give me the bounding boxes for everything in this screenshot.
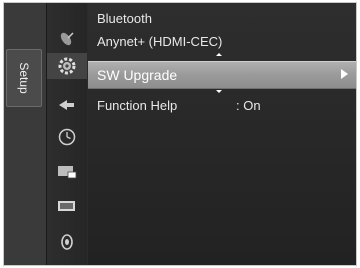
scroll-down-icon bbox=[216, 90, 222, 93]
setup-menu: Bluetooth Anynet+ (HDMI-CEC) SW Upgrade … bbox=[88, 3, 356, 265]
sound-icon[interactable] bbox=[47, 229, 87, 255]
menu-item-label: Function Help bbox=[97, 98, 178, 113]
menu-item-label: SW Upgrade bbox=[97, 67, 178, 83]
picture-icon[interactable] bbox=[47, 193, 87, 219]
menu-item-function-help[interactable]: Function Help : On bbox=[88, 94, 356, 118]
tv-menu-window: Setup Bluetooth Anynet+ (HDMI-CEC) SW Up… bbox=[3, 2, 357, 266]
satellite-dish-icon[interactable] bbox=[47, 25, 87, 51]
input-arrow-icon[interactable] bbox=[47, 92, 87, 118]
menu-item-label: Bluetooth bbox=[97, 11, 152, 26]
tab-setup[interactable]: Setup bbox=[6, 49, 42, 107]
menu-item-label: Anynet+ (HDMI-CEC) bbox=[97, 34, 223, 49]
menu-item-sw-upgrade[interactable]: SW Upgrade bbox=[88, 61, 356, 89]
clock-icon[interactable] bbox=[47, 124, 87, 150]
tab-setup-label: Setup bbox=[17, 62, 31, 94]
menu-item-bluetooth[interactable]: Bluetooth bbox=[88, 7, 356, 31]
setup-gear-icon[interactable] bbox=[47, 53, 87, 79]
menu-item-anynet[interactable]: Anynet+ (HDMI-CEC) bbox=[88, 30, 356, 54]
side-tab: Setup bbox=[4, 3, 47, 265]
picture-in-picture-icon[interactable] bbox=[47, 159, 87, 185]
chevron-right-icon bbox=[341, 69, 348, 79]
menu-item-value: : On bbox=[236, 98, 261, 113]
icon-column bbox=[47, 3, 87, 265]
scroll-up-icon bbox=[216, 53, 222, 56]
